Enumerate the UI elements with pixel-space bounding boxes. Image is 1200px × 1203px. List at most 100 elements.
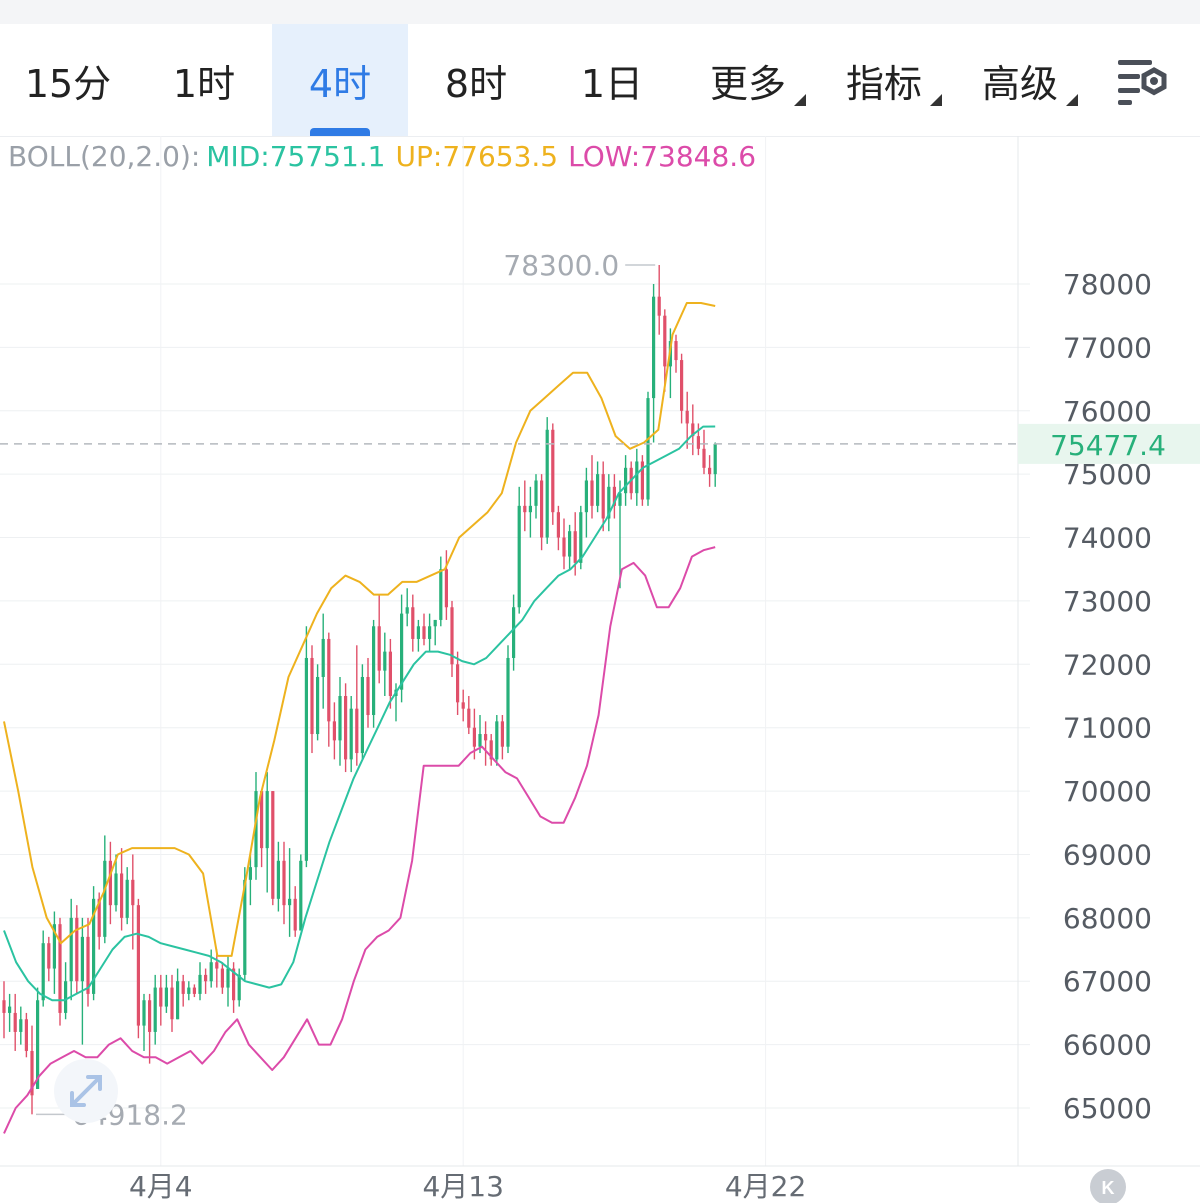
candle-down [220, 968, 224, 988]
y-tick-label: 65000 [1063, 1092, 1152, 1125]
tab-4h[interactable]: 4时 [272, 24, 408, 136]
candle-up [652, 296, 656, 399]
y-axis-ticks: 65000 66000 67000 68000 69000 70000 71000 72000… [1063, 268, 1152, 1125]
y-tick-label: 73000 [1063, 585, 1152, 618]
candle-up [349, 708, 353, 760]
y-tick-label: 70000 [1063, 775, 1152, 808]
candle-up [176, 981, 180, 1020]
bollinger-bands [3, 302, 716, 1134]
candle-up [624, 467, 628, 494]
candle-down [472, 727, 476, 747]
candle-up [517, 505, 521, 608]
candle-down [131, 879, 135, 906]
candle-down [674, 341, 678, 361]
candle-up [64, 981, 68, 1013]
chart-settings-icon [1118, 60, 1167, 105]
candle-up [321, 638, 325, 677]
candle-down [467, 708, 471, 728]
candle-up [276, 860, 280, 899]
candle-down [136, 905, 140, 1026]
candle-up [713, 443, 717, 475]
candle-down [685, 410, 689, 424]
y-tick-label: 67000 [1063, 965, 1152, 998]
y-tick-label: 68000 [1063, 902, 1152, 935]
candle-down [573, 531, 577, 563]
candle-up [338, 696, 342, 741]
expand-chart-button[interactable] [54, 1059, 118, 1123]
candle-down [680, 360, 684, 411]
candle-up [635, 461, 639, 494]
candle-down [484, 734, 488, 741]
tab-advanced-dropdown[interactable]: 高级 [952, 24, 1088, 136]
candle-down [590, 480, 594, 506]
tab-label: 指标 [845, 61, 922, 106]
candle-down [500, 721, 504, 747]
candle-down [2, 1000, 6, 1013]
candle-down [108, 860, 112, 906]
candle-up [41, 943, 45, 1001]
candlestick-chart[interactable]: 65000 66000 67000 68000 69000 70000 71000 72000… [0, 136, 1200, 1203]
candle-down [366, 676, 370, 716]
candle-down [601, 474, 605, 519]
boll-low-line [3, 546, 716, 1134]
candle-up [534, 480, 538, 506]
candle-down [120, 873, 124, 918]
candle-up [506, 657, 510, 747]
candle-down [192, 987, 196, 994]
tab-label: 更多 [709, 61, 786, 106]
candle-up [187, 987, 191, 994]
candle-down [271, 791, 275, 899]
candle-down [75, 917, 79, 982]
candle-down [663, 315, 667, 367]
tab-more-dropdown[interactable]: 更多 [680, 24, 816, 136]
candle-down [310, 657, 314, 735]
candle-up [428, 626, 432, 639]
candle-down [170, 987, 174, 1020]
top-status-strip [0, 0, 1200, 24]
tab-1h[interactable]: 1时 [136, 24, 272, 136]
tab-1d[interactable]: 1日 [544, 24, 680, 136]
k-logo-button[interactable]: K [1090, 1169, 1126, 1203]
candle-up [596, 474, 600, 506]
max-price-label: 78300.0 [503, 249, 619, 282]
candle-up [198, 974, 202, 994]
candle-up [478, 734, 482, 747]
candle-down [456, 664, 460, 703]
candle-down [327, 638, 331, 722]
candle-up [545, 429, 549, 538]
candle-up [125, 879, 129, 918]
y-tick-label: 78000 [1063, 268, 1152, 301]
candle-up [226, 968, 230, 988]
candle-up [360, 676, 364, 754]
candle-down [540, 480, 544, 538]
x-axis-ticks: 4月4 4月13 4月22 [129, 1170, 806, 1203]
k-logo-letter: K [1102, 1178, 1115, 1198]
candle-up [400, 613, 404, 690]
candle-down [13, 1012, 17, 1032]
tab-15min[interactable]: 15分 [0, 24, 136, 136]
candle-up [164, 987, 168, 1007]
candle-down [422, 626, 426, 639]
x-tick-label: 4月13 [422, 1170, 503, 1203]
tab-indicators-dropdown[interactable]: 指标 [816, 24, 952, 136]
candle-up [209, 962, 213, 982]
candle-up [8, 1006, 12, 1013]
candle-down [461, 702, 465, 709]
candle-up [372, 626, 376, 716]
candle-down [388, 651, 392, 696]
tab-8h[interactable]: 8时 [408, 24, 544, 136]
candle-up [248, 867, 252, 880]
candle-down [344, 696, 348, 760]
candle-down [181, 981, 185, 994]
chart-settings-button[interactable] [1112, 54, 1172, 110]
candle-down [562, 537, 566, 557]
candle-up [316, 676, 320, 735]
candle-down [204, 974, 208, 982]
timeframe-tab-bar: 15分 1时 4时 8时 1日 更多 指标 高级 [0, 24, 1200, 137]
candle-down [332, 721, 336, 741]
candle-up [103, 860, 107, 937]
x-tick-label: 4月22 [725, 1170, 806, 1203]
candle-up [405, 607, 409, 614]
tab-label: 高级 [981, 61, 1058, 106]
candle-down [355, 708, 359, 754]
